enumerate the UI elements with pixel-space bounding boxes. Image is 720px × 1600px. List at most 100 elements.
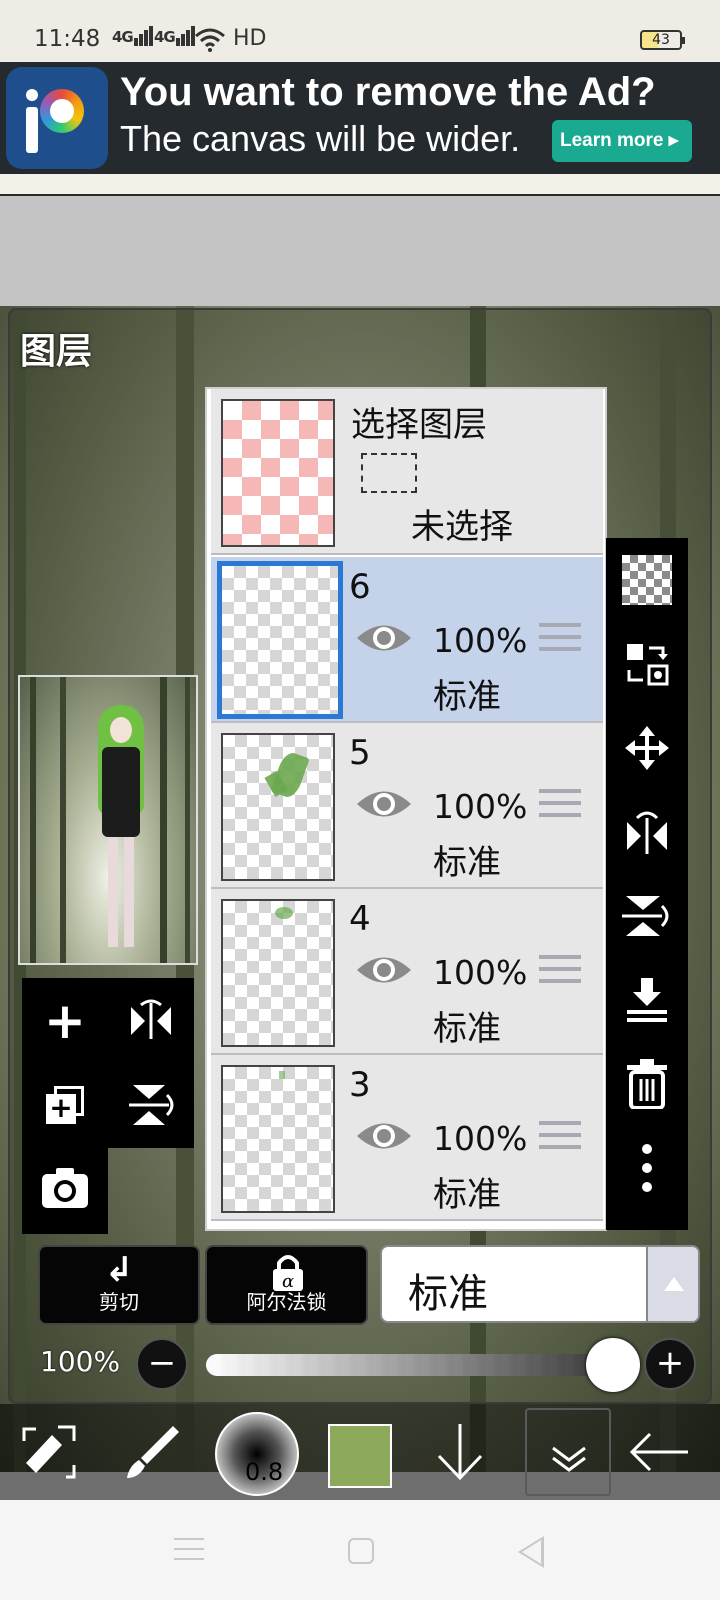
layers-button[interactable] xyxy=(525,1408,611,1496)
delete-layer-button[interactable] xyxy=(606,1042,688,1126)
blend-mode-select[interactable]: 标准 xyxy=(380,1245,700,1323)
figure-leg xyxy=(124,837,134,947)
layer-name: 6 xyxy=(349,567,371,607)
status-bar: 11:48 4G 4G HD 43 xyxy=(0,0,720,62)
back-arrow-icon xyxy=(629,1432,688,1472)
transform-icon xyxy=(22,1425,76,1479)
figure-face xyxy=(110,717,132,743)
layer-opacity: 100% xyxy=(433,621,528,660)
layer-row[interactable]: 6 100% 标准 xyxy=(211,557,603,723)
layer-name: 3 xyxy=(349,1065,371,1105)
clip-icon: ↲ xyxy=(104,1250,134,1290)
duplicate-layer-icon: + xyxy=(46,1086,84,1124)
eye-icon[interactable] xyxy=(355,785,413,823)
layer-name: 5 xyxy=(349,733,371,773)
layer-row[interactable]: 3 100% 标准 xyxy=(211,1055,603,1221)
ad-banner[interactable]: You want to remove the Ad? The canvas wi… xyxy=(0,62,720,174)
brush-size-button[interactable]: 0.8 xyxy=(215,1412,299,1496)
battery-icon: 43 xyxy=(640,30,685,50)
add-layer-button[interactable]: + xyxy=(22,978,108,1064)
wifi-icon xyxy=(195,28,225,52)
signal-icon: 4G xyxy=(154,26,195,46)
eye-icon[interactable] xyxy=(355,1117,413,1155)
selection-status: 未选择 xyxy=(411,507,513,547)
blend-mode-value: 标准 xyxy=(408,1271,488,1317)
ad-subtitle: The canvas will be wider. xyxy=(120,118,521,159)
app-root: 11:48 4G 4G HD 43 You want to remove the… xyxy=(0,0,720,1600)
layer-opacity: 100% xyxy=(433,787,528,826)
clip-label: 剪切 xyxy=(99,1290,139,1314)
brush-size-value: 0.8 xyxy=(245,1458,284,1486)
eye-icon[interactable] xyxy=(355,619,413,657)
learn-more-button[interactable]: Learn more ▸ xyxy=(552,120,692,162)
flip-horizontal-button[interactable] xyxy=(606,790,688,874)
flip-vertical-button[interactable] xyxy=(108,1062,194,1148)
drag-handle-icon[interactable] xyxy=(539,1121,581,1157)
opacity-slider[interactable] xyxy=(206,1354,626,1376)
arrow-down-button[interactable] xyxy=(430,1404,490,1500)
ad-title: You want to remove the Ad? xyxy=(120,70,656,114)
flip-horizontal-button[interactable] xyxy=(108,978,194,1064)
color-swatch[interactable] xyxy=(328,1424,392,1488)
drag-handle-icon[interactable] xyxy=(539,623,581,659)
layer-thumbnail xyxy=(221,1065,335,1213)
app-logo-icon xyxy=(6,67,108,169)
status-time: 11:48 xyxy=(34,26,101,52)
menu-icon[interactable] xyxy=(174,1538,204,1568)
opacity-decrease-button[interactable]: − xyxy=(136,1338,188,1390)
transparency-button[interactable] xyxy=(606,538,688,622)
layer-thumbnail xyxy=(221,733,335,881)
opacity-increase-button[interactable]: + xyxy=(644,1338,696,1390)
layer-row[interactable]: 4 100% 标准 xyxy=(211,889,603,1055)
canvas-margin xyxy=(0,196,720,306)
alpha-lock-label: 阿尔法锁 xyxy=(246,1290,327,1314)
move-button[interactable] xyxy=(606,706,688,790)
layer-panel-title: 图层 xyxy=(20,331,93,372)
layer-list[interactable]: 选择图层 未选择 6 100% 标准 5 100% 标准 4 100% 标准 3… xyxy=(205,387,607,1231)
camera-button[interactable] xyxy=(22,1148,108,1234)
canvas-preview[interactable] xyxy=(18,675,198,965)
swap-button[interactable] xyxy=(606,622,688,706)
selection-layer-thumbnail xyxy=(221,399,335,547)
flip-vertical-button[interactable] xyxy=(606,874,688,958)
duplicate-layer-button[interactable]: + xyxy=(22,1062,108,1148)
figure-body xyxy=(102,747,140,837)
layer-thumbnail xyxy=(217,561,343,719)
add-layer-icon: + xyxy=(44,992,86,1050)
transform-button[interactable] xyxy=(14,1404,84,1500)
back-icon[interactable] xyxy=(518,1536,544,1568)
layer-name: 4 xyxy=(349,899,371,939)
more-button[interactable] xyxy=(606,1126,688,1210)
drag-handle-icon[interactable] xyxy=(539,955,581,991)
flip-horizontal-icon xyxy=(131,999,171,1039)
layer-thumbnail xyxy=(221,899,335,1047)
layer-blend-mode: 标准 xyxy=(433,1175,501,1215)
opacity-slider-knob[interactable] xyxy=(586,1338,640,1392)
selection-layer-row[interactable]: 选择图层 未选择 xyxy=(211,389,603,555)
drag-handle-icon[interactable] xyxy=(539,789,581,825)
back-button[interactable] xyxy=(626,1404,692,1500)
figure-leg xyxy=(108,837,118,947)
eye-icon[interactable] xyxy=(355,951,413,989)
chevron-up-icon[interactable] xyxy=(646,1247,698,1321)
layer-row[interactable]: 5 100% 标准 xyxy=(211,723,603,889)
selection-rect-icon xyxy=(361,453,417,493)
layer-blend-mode: 标准 xyxy=(433,843,501,883)
clip-button[interactable]: ↲ 剪切 xyxy=(38,1245,200,1325)
alpha-lock-button[interactable]: α 阿尔法锁 xyxy=(205,1245,368,1325)
layer-opacity: 100% xyxy=(433,953,528,992)
signal-icon: 4G xyxy=(112,26,153,46)
brush-button[interactable] xyxy=(118,1404,188,1500)
divider xyxy=(0,174,720,196)
layer-opacity: 100% xyxy=(433,1119,528,1158)
merge-down-icon xyxy=(627,978,667,1022)
move-icon xyxy=(625,726,669,770)
layer-tools-left-bottom xyxy=(22,1148,108,1234)
brush-icon xyxy=(127,1426,179,1478)
flip-horizontal-icon xyxy=(627,811,667,854)
home-icon[interactable] xyxy=(348,1538,374,1564)
merge-down-button[interactable] xyxy=(606,958,688,1042)
hd-indicator: HD xyxy=(233,26,267,51)
flip-vertical-icon xyxy=(129,1085,174,1125)
layer-tools-right xyxy=(606,538,688,1230)
